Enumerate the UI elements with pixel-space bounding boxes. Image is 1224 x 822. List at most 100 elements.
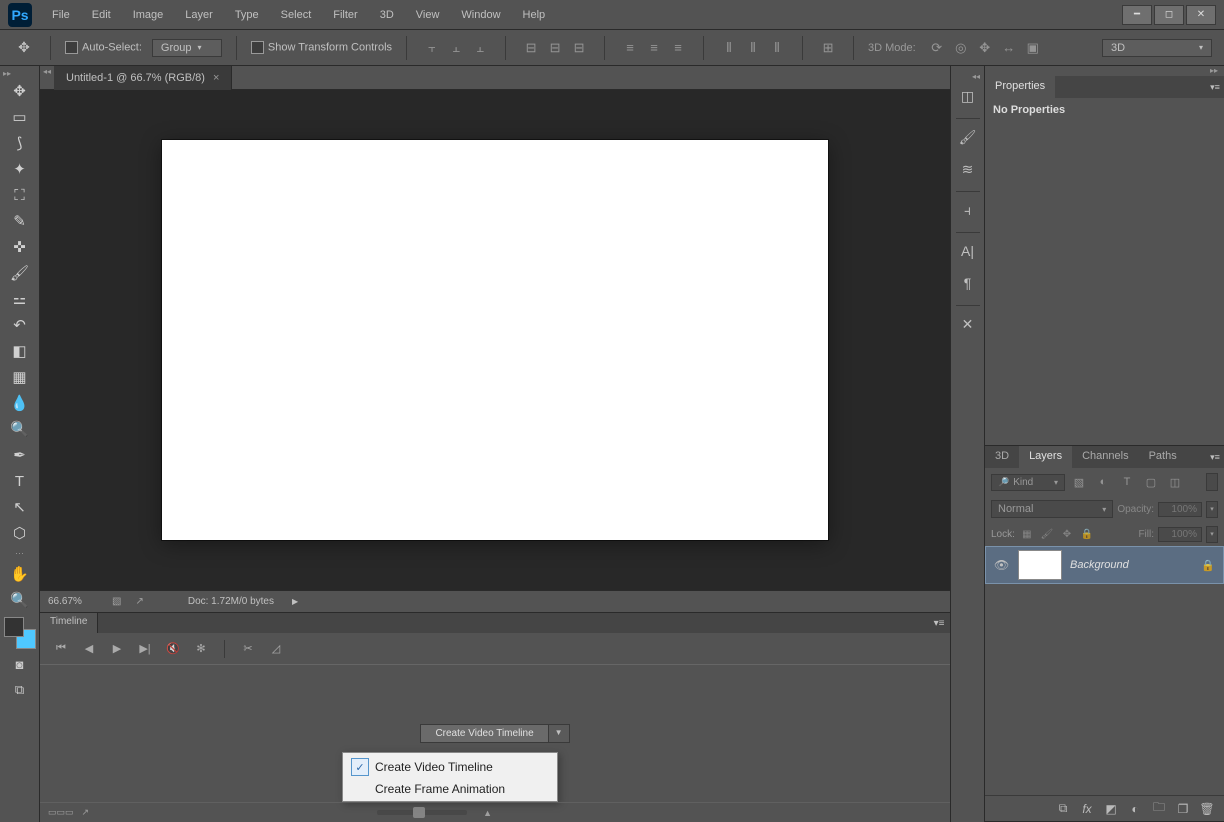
- properties-menu-icon[interactable]: ▾≡: [1206, 76, 1224, 98]
- tools-collapse-icon[interactable]: ▸▸: [0, 68, 14, 78]
- zoom-tool-icon[interactable]: 🔍: [6, 587, 34, 613]
- menu-layer[interactable]: Layer: [175, 5, 223, 25]
- align-left-icon[interactable]: ⊟: [520, 37, 542, 59]
- tab-channels[interactable]: Channels: [1072, 446, 1138, 468]
- 3d-pan-icon[interactable]: ✥: [974, 37, 996, 59]
- dodge-tool-icon[interactable]: 🔍: [6, 416, 34, 442]
- path-selection-tool-icon[interactable]: ↖: [6, 494, 34, 520]
- history-brush-tool-icon[interactable]: ↶: [6, 312, 34, 338]
- crop-tool-icon[interactable]: ⛶: [6, 182, 34, 208]
- eraser-tool-icon[interactable]: ◧: [6, 338, 34, 364]
- filter-pixel-icon[interactable]: ▧: [1069, 473, 1089, 491]
- timeline-footer-loop-icon[interactable]: ▭▭▭: [48, 807, 74, 818]
- prev-frame-icon[interactable]: ◀: [80, 640, 98, 658]
- tab-properties[interactable]: Properties: [985, 76, 1055, 98]
- lock-pixels-icon[interactable]: 🖌: [1039, 526, 1055, 542]
- timeline-menu-icon[interactable]: ▾≡: [928, 613, 950, 633]
- new-group-icon[interactable]: 🗀: [1150, 800, 1168, 818]
- healing-brush-tool-icon[interactable]: ✜: [6, 234, 34, 260]
- document-tab[interactable]: Untitled-1 @ 66.7% (RGB/8) ×: [54, 66, 232, 90]
- dock-character-icon[interactable]: A|: [955, 237, 981, 265]
- link-layers-icon[interactable]: ⧉: [1054, 800, 1072, 818]
- zoom-out-icon[interactable]: ▲: [483, 808, 492, 818]
- fill-dropdown-icon[interactable]: ▾: [1206, 526, 1218, 543]
- distribute-top-icon[interactable]: ≡: [619, 37, 641, 59]
- menu-window[interactable]: Window: [451, 5, 510, 25]
- menu-image[interactable]: Image: [123, 5, 174, 25]
- marquee-tool-icon[interactable]: ▭: [6, 104, 34, 130]
- status-device-icon[interactable]: ▧: [112, 596, 121, 607]
- clone-stamp-tool-icon[interactable]: ⚍: [6, 286, 34, 312]
- dock-collapse-icon[interactable]: ◂◂: [951, 72, 984, 82]
- tab-3d[interactable]: 3D: [985, 446, 1019, 468]
- shape-tool-icon[interactable]: ⬡: [6, 520, 34, 546]
- split-clip-icon[interactable]: ✂: [239, 640, 257, 658]
- auto-select-type[interactable]: Group▾: [152, 39, 222, 57]
- distribute-vcenter-icon[interactable]: ≡: [643, 37, 665, 59]
- tab-paths[interactable]: Paths: [1139, 446, 1187, 468]
- align-right-icon[interactable]: ⊟: [568, 37, 590, 59]
- add-mask-icon[interactable]: ◩: [1102, 800, 1120, 818]
- distribute-right-icon[interactable]: ⦀: [766, 37, 788, 59]
- timeline-footer-render-icon[interactable]: ↗: [82, 807, 90, 818]
- panels-collapse-icon[interactable]: ▸▸: [985, 66, 1224, 76]
- blur-tool-icon[interactable]: 💧: [6, 390, 34, 416]
- menu-3d[interactable]: 3D: [370, 5, 404, 25]
- brush-tool-icon[interactable]: 🖌: [6, 260, 34, 286]
- layer-fx-icon[interactable]: fx: [1078, 800, 1096, 818]
- layers-menu-icon[interactable]: ▾≡: [1206, 446, 1224, 468]
- align-top-icon[interactable]: ⫟: [421, 37, 443, 59]
- auto-align-icon[interactable]: ⊞: [817, 37, 839, 59]
- 3d-orbit-icon[interactable]: ⟳: [926, 37, 948, 59]
- tab-layers[interactable]: Layers: [1019, 446, 1072, 468]
- eyedropper-tool-icon[interactable]: ✎: [6, 208, 34, 234]
- screen-mode-icon[interactable]: ⧉: [7, 679, 33, 701]
- pen-tool-icon[interactable]: ✒: [6, 442, 34, 468]
- type-tool-icon[interactable]: T: [6, 468, 34, 494]
- menu-type[interactable]: Type: [225, 5, 269, 25]
- 3d-zoom-icon[interactable]: ▣: [1022, 37, 1044, 59]
- maximize-button[interactable]: ◻: [1154, 5, 1184, 25]
- dock-clone-source-icon[interactable]: ⫞: [955, 196, 981, 224]
- magic-wand-tool-icon[interactable]: ✦: [6, 156, 34, 182]
- fill-value[interactable]: 100%: [1158, 527, 1202, 542]
- audio-mute-icon[interactable]: 🔇: [164, 640, 182, 658]
- zoom-level[interactable]: 66.67%: [48, 596, 98, 607]
- next-frame-icon[interactable]: ▶|: [136, 640, 154, 658]
- opacity-value[interactable]: 100%: [1158, 502, 1202, 517]
- gradient-tool-icon[interactable]: ▦: [6, 364, 34, 390]
- canvas[interactable]: [162, 140, 828, 540]
- menu-filter[interactable]: Filter: [323, 5, 367, 25]
- new-adjustment-icon[interactable]: ◐: [1126, 800, 1144, 818]
- move-tool-icon[interactable]: ✥: [6, 78, 34, 104]
- doc-collapse-icon[interactable]: ◂◂: [40, 66, 54, 76]
- status-more-icon[interactable]: ▶: [292, 597, 298, 606]
- layer-thumbnail[interactable]: [1018, 550, 1062, 580]
- dropdown-item-frame-animation[interactable]: Create Frame Animation: [345, 779, 555, 799]
- menu-select[interactable]: Select: [271, 5, 322, 25]
- canvas-viewport[interactable]: [40, 90, 950, 590]
- align-vcenter-icon[interactable]: ⫠: [445, 37, 467, 59]
- menu-view[interactable]: View: [406, 5, 450, 25]
- play-icon[interactable]: ▶: [108, 640, 126, 658]
- status-share-icon[interactable]: ↗: [135, 596, 143, 607]
- delete-layer-icon[interactable]: 🗑: [1198, 800, 1216, 818]
- filter-adjustment-icon[interactable]: ◐: [1093, 473, 1113, 491]
- 3d-roll-icon[interactable]: ◎: [950, 37, 972, 59]
- foreground-color-swatch[interactable]: [4, 617, 24, 637]
- dropdown-item-video-timeline[interactable]: ✓ Create Video Timeline: [345, 755, 555, 779]
- layer-row[interactable]: 👁 Background 🔒: [985, 546, 1224, 584]
- close-button[interactable]: ✕: [1186, 5, 1216, 25]
- distribute-left-icon[interactable]: ⦀: [718, 37, 740, 59]
- auto-select-checkbox[interactable]: Auto-Select:: [65, 41, 142, 54]
- create-timeline-button[interactable]: Create Video Timeline ▼: [420, 724, 569, 743]
- timeline-settings-icon[interactable]: ✻: [192, 640, 210, 658]
- distribute-bottom-icon[interactable]: ≡: [667, 37, 689, 59]
- hand-tool-icon[interactable]: ✋: [6, 561, 34, 587]
- lasso-tool-icon[interactable]: ⟆: [6, 130, 34, 156]
- first-frame-icon[interactable]: ⏮: [52, 640, 70, 658]
- align-hcenter-icon[interactable]: ⊟: [544, 37, 566, 59]
- dock-brushes-icon[interactable]: 🖌: [955, 123, 981, 151]
- dock-tool-presets-icon[interactable]: ✕: [955, 310, 981, 338]
- layer-visibility-icon[interactable]: 👁: [994, 558, 1010, 572]
